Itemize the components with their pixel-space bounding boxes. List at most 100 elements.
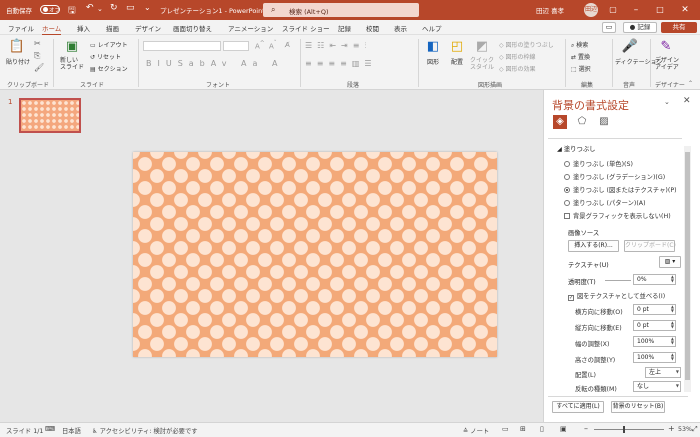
- effects-tab-icon[interactable]: ⬠: [575, 115, 589, 129]
- copy-icon[interactable]: ⎘: [34, 51, 40, 61]
- transparency-input[interactable]: 0% ▲ ▼: [633, 274, 676, 285]
- fill-pattern-radio[interactable]: 塗りつぶし (パターン)(A): [564, 198, 646, 207]
- tab-design[interactable]: デザイン: [135, 23, 161, 33]
- offset-y-input[interactable]: 0 pt ▲ ▼: [633, 320, 676, 331]
- offset-x-input[interactable]: 0 pt ▲ ▼: [633, 304, 676, 315]
- paste-label[interactable]: 貼り付け: [6, 57, 30, 66]
- font-name-input[interactable]: [143, 41, 221, 51]
- texture-picker-icon[interactable]: ▨ ▾: [659, 256, 681, 268]
- maximize-icon[interactable]: □: [652, 3, 668, 17]
- shape-outline-button[interactable]: ◇ 図形の枠線: [499, 52, 536, 61]
- shape-effects-button[interactable]: ◇ 図形の効果: [499, 64, 536, 73]
- select-button[interactable]: ⬚ 選択: [571, 64, 591, 73]
- shape-fill-button[interactable]: ◇ 図形の塗りつぶし: [499, 40, 554, 49]
- tab-transitions[interactable]: 画面切り替え: [173, 23, 212, 33]
- picture-tab-icon[interactable]: ▨: [597, 115, 611, 129]
- shapes-label[interactable]: 図形: [427, 57, 439, 66]
- tab-help[interactable]: ヘルプ: [422, 23, 442, 33]
- zoom-level[interactable]: 53%: [678, 426, 692, 433]
- search-box[interactable]: ⌕ 検索 (Alt+Q): [263, 3, 419, 17]
- align-icons[interactable]: ≡≡≡≡▥☰: [305, 59, 377, 68]
- fill-tab-icon[interactable]: ◈: [553, 115, 567, 129]
- scale-x-input[interactable]: 100% ▲ ▼: [633, 336, 676, 347]
- paste-icon[interactable]: 📋: [8, 39, 26, 54]
- reset-background-button[interactable]: 背景のリセット(B): [611, 401, 665, 413]
- zoom-out-icon[interactable]: –: [584, 424, 588, 433]
- reset-button[interactable]: ↺ リセット: [90, 52, 121, 61]
- arrange-label[interactable]: 配置: [451, 57, 463, 66]
- alignment-select[interactable]: 左上 ▼: [645, 367, 681, 378]
- avatar[interactable]: 田辺: [584, 3, 598, 17]
- clear-format-icon[interactable]: A̸: [285, 41, 290, 49]
- clipboard-button[interactable]: クリップボード(C): [624, 240, 676, 252]
- slideshow-icon[interactable]: ▭: [126, 3, 135, 13]
- format-painter-icon[interactable]: 🖌: [34, 63, 44, 72]
- find-button[interactable]: ⌕ 検索: [571, 40, 588, 50]
- apply-to-all-button[interactable]: すべてに適用(L): [552, 401, 604, 413]
- shapes-icon[interactable]: ◧: [423, 39, 443, 54]
- tab-insert[interactable]: 挿入: [77, 23, 90, 33]
- slide-canvas[interactable]: [133, 152, 497, 357]
- tab-record[interactable]: 記録: [338, 23, 351, 33]
- collapse-ribbon-icon[interactable]: ⌃: [688, 80, 693, 87]
- insert-picture-button[interactable]: 挿入する(R)...: [568, 240, 619, 252]
- redo-icon[interactable]: ↻: [110, 3, 118, 13]
- tab-review[interactable]: 校閲: [366, 23, 379, 33]
- scale-y-input[interactable]: 100% ▲ ▼: [633, 352, 676, 363]
- fill-gradient-radio[interactable]: 塗りつぶし (グラデーション)(G): [564, 172, 665, 181]
- slide-thumbnail[interactable]: [19, 98, 81, 133]
- autosave-toggle[interactable]: オフ: [40, 5, 60, 14]
- designer-icon[interactable]: ✎: [656, 39, 676, 54]
- reading-view-icon[interactable]: ▯: [540, 425, 544, 433]
- ribbon-display-icon[interactable]: ▢: [605, 3, 621, 17]
- fill-section-header[interactable]: ◢ 塗りつぶし: [557, 144, 595, 153]
- list-icons[interactable]: ☰☷⇤⇥≡⫶: [305, 41, 371, 51]
- zoom-in-icon[interactable]: +: [668, 424, 675, 433]
- new-slide-label[interactable]: 新しい スライド: [60, 57, 84, 71]
- layout-button[interactable]: ▭ レイアウト: [90, 40, 128, 49]
- arrange-icon[interactable]: ◰: [447, 39, 467, 54]
- microphone-icon[interactable]: 🎤: [620, 39, 640, 54]
- minimize-icon[interactable]: –: [628, 3, 644, 17]
- zoom-slider[interactable]: [594, 429, 664, 430]
- comment-icon[interactable]: ▭: [602, 22, 616, 33]
- quick-styles-icon[interactable]: ◩: [472, 39, 492, 54]
- language-status[interactable]: 日本語: [62, 426, 81, 435]
- normal-view-icon[interactable]: ▭: [502, 425, 509, 433]
- tab-file[interactable]: ファイル: [8, 23, 34, 33]
- tab-draw[interactable]: 描画: [106, 23, 119, 33]
- undo-icon[interactable]: ↶: [86, 3, 94, 13]
- slide-sorter-icon[interactable]: ⊞: [520, 425, 526, 433]
- record-button[interactable]: ● 記録: [623, 22, 657, 33]
- section-button[interactable]: ▤ セクション: [90, 64, 128, 73]
- close-icon[interactable]: ✕: [677, 3, 693, 17]
- quick-styles-label[interactable]: クイック スタイル: [470, 57, 494, 71]
- new-slide-icon[interactable]: ▣: [62, 39, 82, 54]
- mirror-select[interactable]: なし ▼: [633, 381, 681, 392]
- customize-qat-icon[interactable]: ⌄: [144, 3, 151, 12]
- pane-scrollbar[interactable]: [684, 146, 691, 392]
- font-size-input[interactable]: [223, 41, 249, 51]
- pane-close-icon[interactable]: ✕: [683, 96, 691, 106]
- hide-graphics-checkbox[interactable]: 背景グラフィックを表示しない(H): [564, 211, 671, 220]
- tile-checkbox[interactable]: ✓ 図をテクスチャとして並べる(I): [568, 291, 665, 301]
- cut-icon[interactable]: ✂: [34, 39, 41, 48]
- designer-label[interactable]: デザイン アイデア: [655, 57, 679, 71]
- shrink-font-icon[interactable]: Aˇ: [269, 41, 277, 50]
- share-button[interactable]: 共有: [661, 22, 697, 33]
- fit-slide-icon[interactable]: ⤢: [692, 425, 698, 434]
- zoom-slider-thumb[interactable]: [623, 426, 625, 433]
- tab-slideshow[interactable]: スライド ショー: [282, 23, 330, 33]
- fill-picture-radio[interactable]: 塗りつぶし (図またはテクスチャ)(P): [564, 185, 677, 194]
- font-style-icons[interactable]: BIUSabAv Aa A: [146, 59, 283, 68]
- notes-button[interactable]: ≙ ノート: [463, 426, 489, 435]
- undo-dropdown-icon[interactable]: ⌄: [97, 5, 103, 13]
- pane-options-icon[interactable]: ⌄: [664, 98, 670, 106]
- accessibility-status[interactable]: ♿ アクセシビリティ: 検討が必要です: [92, 426, 198, 435]
- save-icon[interactable]: 🖫: [68, 3, 76, 19]
- transparency-slider[interactable]: [605, 280, 631, 281]
- tab-view[interactable]: 表示: [394, 23, 407, 33]
- replace-button[interactable]: ⇄ 置換: [571, 52, 590, 61]
- user-name[interactable]: 田辺 喜孝: [536, 5, 564, 15]
- grow-font-icon[interactable]: A^: [255, 41, 265, 50]
